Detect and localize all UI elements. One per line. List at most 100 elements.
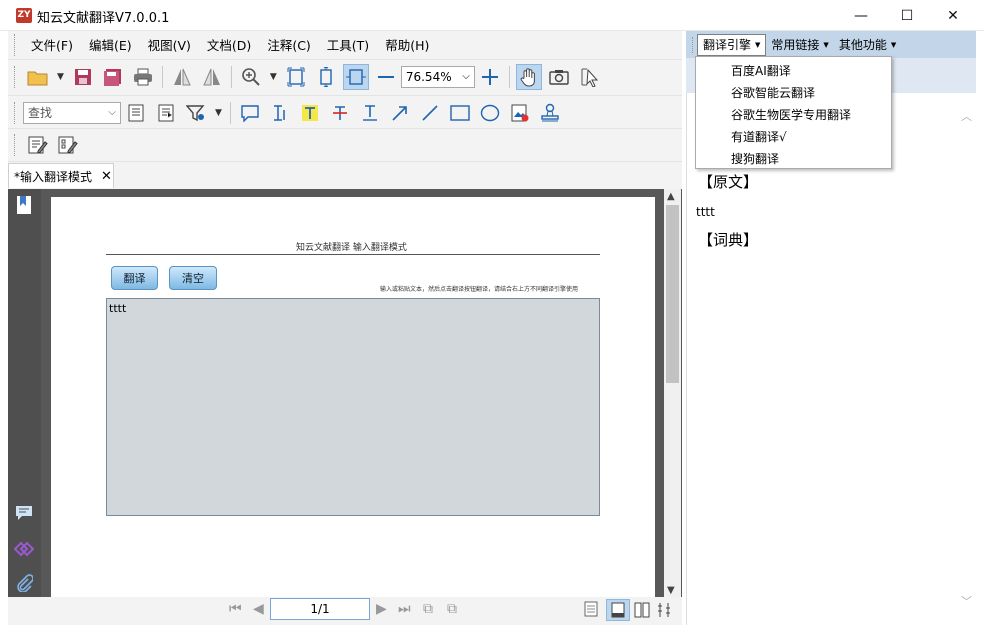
translation-scrollbar[interactable] — [958, 93, 975, 623]
menu-comment[interactable]: 注释(C) — [259, 35, 318, 54]
highlight-text-icon[interactable] — [297, 100, 323, 126]
layers-icon[interactable] — [14, 539, 34, 559]
chevron-down-icon[interactable]: ▼ — [57, 72, 64, 82]
snapshot-camera-icon[interactable] — [546, 64, 572, 90]
search-next-icon[interactable] — [153, 100, 179, 126]
scroll-down-icon[interactable]: ﹀ — [961, 593, 972, 609]
comment-note-icon[interactable] — [237, 100, 263, 126]
save-all-icon[interactable] — [100, 64, 126, 90]
chevron-down-icon[interactable]: ▼ — [270, 72, 277, 82]
toolbar-separator — [161, 65, 163, 88]
menu-common-links[interactable]: 常用链接 ▼ — [766, 34, 833, 56]
edit-document-icon[interactable] — [25, 132, 51, 158]
menu-label: 常用链接 — [771, 38, 820, 52]
underline-icon[interactable] — [357, 100, 383, 126]
zoom-out-icon[interactable] — [373, 64, 399, 90]
toolbar-grip[interactable] — [14, 33, 17, 56]
fit-height-icon[interactable] — [313, 64, 339, 90]
attachment-icon[interactable] — [14, 573, 34, 593]
engine-option-google-cloud[interactable]: 谷歌智能云翻译 — [696, 81, 891, 103]
menu-translation-engine[interactable]: 翻译引擎 ▼ — [697, 33, 767, 56]
engine-option-sogou[interactable]: 搜狗翻译 — [696, 147, 891, 169]
strikethrough-icon[interactable] — [327, 100, 353, 126]
zoom-value: 76.54% — [405, 69, 452, 84]
zoom-select[interactable]: 76.54% ⌵ — [400, 65, 475, 88]
fit-page-icon[interactable] — [283, 64, 309, 90]
toolbar-main: ▼ ▼ 76.54% ⌵ — [8, 59, 682, 93]
save-icon[interactable] — [70, 64, 96, 90]
search-prev-icon[interactable] — [123, 100, 149, 126]
print-icon[interactable] — [130, 64, 156, 90]
toolbar-grip[interactable] — [692, 36, 695, 53]
menu-tools[interactable]: 工具(T) — [319, 35, 377, 54]
translation-toolbar: 翻译引擎 ▼ 常用链接 ▼ 其他功能 ▼ — [686, 31, 976, 58]
menu-file[interactable]: 文件(F) — [23, 35, 81, 54]
engine-option-google-biomed[interactable]: 谷歌生物医学专用翻译 — [696, 103, 891, 125]
text-box-icon[interactable] — [267, 100, 293, 126]
search-input[interactable]: 查找 — [28, 104, 52, 121]
translate-button[interactable]: 翻译 — [111, 266, 158, 290]
menu-edit[interactable]: 编辑(E) — [81, 35, 140, 54]
next-view-icon[interactable]: ⧉ — [447, 601, 457, 617]
clear-button[interactable]: 清空 — [169, 266, 217, 290]
prev-page-icon[interactable]: ◀ — [253, 601, 264, 617]
menu-view[interactable]: 视图(V) — [140, 35, 199, 54]
filter-icon[interactable] — [183, 100, 209, 126]
two-page-continuous-icon[interactable] — [657, 602, 675, 620]
edit-form-icon[interactable] — [55, 132, 81, 158]
menu-other-functions[interactable]: 其他功能 ▼ — [834, 34, 901, 56]
menu-help[interactable]: 帮助(H) — [377, 35, 437, 54]
toolbar-grip[interactable] — [14, 134, 17, 156]
rotate-left-icon[interactable] — [169, 64, 195, 90]
original-text: tttt — [696, 205, 715, 219]
toolbar-extra — [8, 128, 682, 161]
engine-option-baidu[interactable]: 百度AI翻译 — [696, 59, 891, 81]
scroll-down-icon[interactable]: ▼ — [667, 585, 675, 596]
page-number-input[interactable]: 1/1 — [270, 598, 370, 620]
rotate-right-icon[interactable] — [199, 64, 225, 90]
fit-width-icon[interactable] — [342, 63, 369, 90]
chevron-down-icon: ⌵ — [108, 107, 116, 118]
tab-input-translate[interactable]: *输入翻译模式 ✕ — [8, 163, 114, 188]
stamp-icon[interactable] — [537, 100, 563, 126]
select-tool-icon[interactable] — [576, 64, 602, 90]
ellipse-tool-icon[interactable] — [477, 100, 503, 126]
translate-input-box[interactable]: tttt — [106, 298, 600, 516]
rectangle-tool-icon[interactable] — [447, 100, 473, 126]
close-window-button[interactable]: ✕ — [930, 0, 976, 31]
next-page-icon[interactable]: ▶ — [376, 601, 387, 617]
minimize-button[interactable]: — — [838, 0, 884, 31]
dictionary-section-heading: 【词典】 — [698, 231, 759, 249]
chevron-down-icon[interactable]: ▼ — [215, 108, 222, 118]
hand-tool-icon[interactable] — [515, 63, 542, 90]
line-tool-icon[interactable] — [417, 100, 443, 126]
original-section-heading: 【原文】 — [698, 173, 759, 191]
search-combo[interactable]: 查找 ⌵ — [23, 101, 121, 124]
toolbar-grip[interactable] — [14, 65, 17, 88]
comments-panel-icon[interactable] — [14, 503, 34, 523]
doc-hint-text: 输入或粘贴文本，然后点击翻译按钮翻译，请结合右上方不同翻译引擎使用 — [380, 286, 579, 293]
bookmark-icon[interactable] — [14, 195, 34, 215]
prev-view-icon[interactable]: ⧉ — [423, 601, 433, 617]
engine-option-youdao[interactable]: 有道翻译√ — [696, 125, 891, 147]
toolbar-grip[interactable] — [14, 101, 17, 124]
continuous-view-icon[interactable] — [606, 599, 630, 621]
menu-document[interactable]: 文档(D) — [199, 35, 259, 54]
tab-close-icon[interactable]: ✕ — [101, 169, 112, 184]
scroll-up-icon[interactable]: ︿ — [961, 108, 972, 124]
zoom-plus-icon[interactable] — [477, 64, 503, 90]
image-insert-icon[interactable] — [507, 100, 533, 126]
single-page-view-icon[interactable] — [584, 601, 602, 619]
open-folder-icon[interactable] — [25, 64, 51, 90]
maximize-button[interactable]: ☐ — [884, 0, 930, 31]
doc-title: 知云文献翻译 输入翻译模式 — [296, 243, 407, 253]
arrow-tool-icon[interactable] — [387, 100, 413, 126]
zoom-in-icon[interactable] — [238, 64, 264, 90]
scroll-up-icon[interactable]: ▲ — [667, 191, 675, 202]
viewer-sidebar — [8, 189, 41, 597]
two-page-view-icon[interactable] — [634, 602, 652, 620]
last-page-icon[interactable]: ⏭ — [398, 601, 411, 617]
viewer-scroll-thumb[interactable] — [666, 205, 679, 383]
first-page-icon[interactable]: ⏮ — [229, 601, 242, 617]
chevron-down-icon: ▼ — [890, 40, 897, 49]
